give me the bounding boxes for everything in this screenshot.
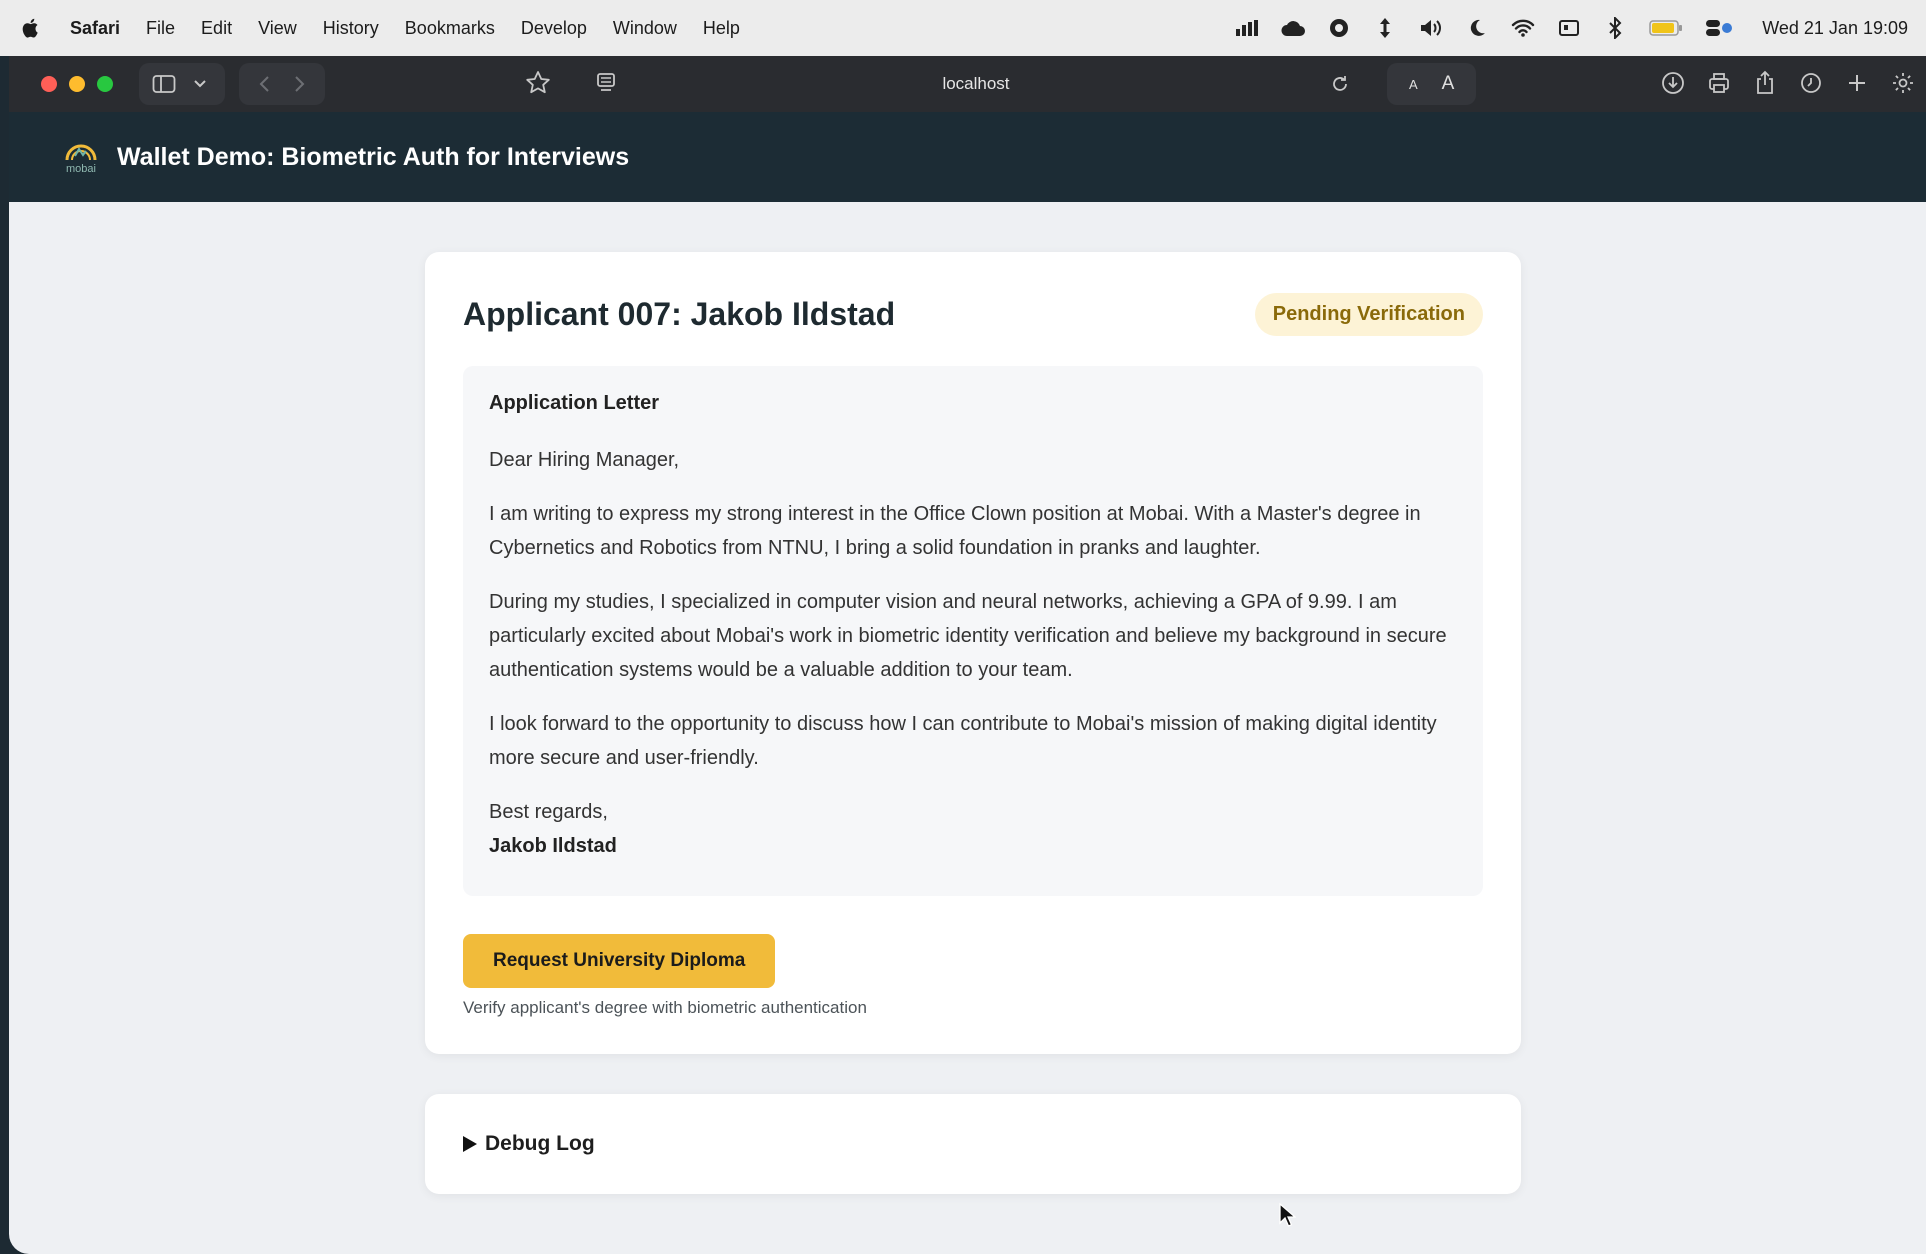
menu-view[interactable]: View — [258, 18, 297, 39]
arrow-icon[interactable] — [1372, 15, 1398, 41]
control-center-icon[interactable] — [1704, 15, 1736, 41]
letter-paragraph: I look forward to the opportunity to dis… — [489, 713, 1437, 769]
sidebar-icon[interactable] — [149, 69, 179, 99]
menu-bookmarks[interactable]: Bookmarks — [405, 18, 495, 39]
debug-log-toggle[interactable]: Debug Log — [463, 1132, 595, 1156]
toolbar-right-group — [1658, 68, 1918, 98]
debug-log-panel: Debug Log — [425, 1094, 1521, 1194]
close-window-button[interactable] — [41, 76, 57, 92]
reload-icon[interactable] — [1325, 69, 1355, 99]
letter-signature: Jakob Ildstad — [489, 835, 617, 857]
share-icon[interactable] — [1750, 68, 1780, 98]
status-area: Wed 21 Jan 19:09 — [1234, 15, 1908, 41]
letter-paragraph: I am writing to express my strong intere… — [489, 503, 1421, 559]
navigation-group — [239, 63, 325, 105]
disclosure-triangle-icon — [463, 1136, 477, 1152]
moon-icon[interactable] — [1464, 15, 1490, 41]
applicant-card: Applicant 007: Jakob Ildstad Pending Ver… — [425, 252, 1521, 1054]
sidebar-toggle-group — [139, 63, 225, 105]
letter-closing: Best regards, Jakob Ildstad — [489, 795, 1457, 863]
letter-closing-text: Best regards, — [489, 801, 608, 823]
text-smaller-button[interactable]: A — [1399, 77, 1428, 92]
browser-window: localhost A A mobai Wallet Demo: Biometr… — [9, 56, 1926, 1254]
mobai-logo[interactable]: mobai — [61, 132, 101, 182]
chevron-down-icon[interactable] — [185, 69, 215, 99]
debug-log-label: Debug Log — [485, 1132, 595, 1155]
app-title: Wallet Demo: Biometric Auth for Intervie… — [117, 142, 630, 171]
menu-window[interactable]: Window — [613, 18, 677, 39]
text-larger-button[interactable]: A — [1432, 73, 1465, 95]
letter-heading: Application Letter — [489, 392, 660, 414]
cloud-icon[interactable] — [1280, 15, 1306, 41]
wifi-icon[interactable] — [1510, 15, 1536, 41]
download-icon[interactable] — [1658, 68, 1688, 98]
forward-icon[interactable] — [285, 69, 315, 99]
letter-greeting: Dear Hiring Manager, — [489, 449, 680, 471]
zoom-window-button[interactable] — [97, 76, 113, 92]
mouse-pointer-icon — [1278, 1202, 1297, 1233]
text-size-control: A A — [1387, 63, 1477, 105]
volume-icon[interactable] — [1418, 15, 1444, 41]
menu-edit[interactable]: Edit — [201, 18, 232, 39]
back-icon[interactable] — [249, 69, 279, 99]
display-icon[interactable] — [1556, 15, 1582, 41]
browser-toolbar: localhost A A — [9, 56, 1926, 112]
print-icon[interactable] — [1704, 68, 1734, 98]
app-header: mobai Wallet Demo: Biometric Auth for In… — [9, 112, 1926, 202]
card-header: Applicant 007: Jakob Ildstad Pending Ver… — [463, 292, 1483, 336]
menu-clock[interactable]: Wed 21 Jan 19:09 — [1762, 18, 1908, 39]
request-helper-text: Verify applicant's degree with biometric… — [463, 998, 867, 1017]
menu-file[interactable]: File — [146, 18, 175, 39]
new-tab-icon[interactable] — [1842, 68, 1872, 98]
logo-text: mobai — [66, 163, 96, 175]
main-content: Applicant 007: Jakob Ildstad Pending Ver… — [9, 202, 1926, 1198]
menu-bar: Safari File Edit View History Bookmarks … — [0, 0, 1926, 56]
paw-icon[interactable] — [1326, 15, 1352, 41]
bar-chart-icon[interactable] — [1234, 15, 1260, 41]
menu-history[interactable]: History — [323, 18, 379, 39]
settings-gear-icon[interactable] — [1888, 68, 1918, 98]
menu-help[interactable]: Help — [703, 18, 740, 39]
minimize-window-button[interactable] — [69, 76, 85, 92]
status-badge: Pending Verification — [1254, 292, 1483, 336]
letter-paragraph: During my studies, I specialized in comp… — [489, 591, 1447, 681]
bluetooth-icon[interactable] — [1602, 15, 1628, 41]
menu-app-name[interactable]: Safari — [70, 18, 120, 39]
star-icon[interactable] — [523, 68, 553, 98]
address-bar[interactable]: localhost — [583, 63, 1369, 105]
apple-icon[interactable] — [18, 15, 44, 41]
address-text: localhost — [942, 74, 1010, 93]
application-letter: Application Letter Dear Hiring Manager, … — [463, 366, 1483, 896]
menu-develop[interactable]: Develop — [521, 18, 587, 39]
applicant-title: Applicant 007: Jakob Ildstad — [463, 295, 896, 332]
request-diploma-button[interactable]: Request University Diploma — [463, 934, 776, 988]
history-icon[interactable] — [1796, 68, 1826, 98]
battery-icon[interactable] — [1648, 15, 1684, 41]
window-controls — [41, 76, 113, 92]
